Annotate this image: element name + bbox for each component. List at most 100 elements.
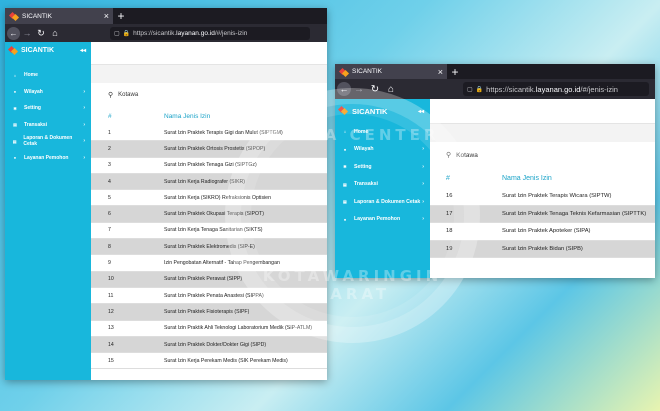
sidebar-item-transaksi[interactable]: ▤ Transaksi › (335, 176, 430, 194)
reload-icon[interactable]: ↻ (34, 28, 48, 39)
close-tab-icon[interactable]: × (104, 11, 109, 21)
cell-name: Surat Izin Praktek Okupasi Terapis (SIPO… (164, 211, 264, 218)
table-row[interactable]: 13 Surat Izin Praktik Ahli Teknologi Labo… (91, 321, 327, 337)
table-row[interactable]: 18 Surat Izin Praktek Apoteker (SIPA) (430, 223, 655, 241)
gear-icon: ✱ (343, 164, 347, 170)
top-strip (430, 99, 655, 124)
sidebar-brand: SICANTIK ◂◂ (335, 99, 430, 123)
brand-label: SICANTIK (21, 46, 55, 54)
table-row[interactable]: 14 Surat Izin Praktek Dokter/Dokter Gigi … (91, 336, 327, 354)
chevron-right-icon: › (422, 198, 424, 205)
sidebar-item-layanan-pemohon[interactable]: ● Layanan Pemohon › (335, 211, 430, 229)
page: SICANTIK ◂◂ ⌂ Home ● Wilayah › ✱ Setting › ▤ Tran… (5, 42, 327, 380)
user-icon: ● (343, 216, 347, 222)
cell-name: Surat Izin Kerja Tenaga Sanitarian (SIKT… (164, 227, 263, 234)
table-row[interactable]: 6 Surat Izin Praktek Okupasi Terapis (SIP… (91, 206, 327, 223)
cell-name: Surat Izin Praktek Elektromedis (SIP-E) (164, 243, 255, 250)
url-suffix: /#/jenis-izin (214, 29, 248, 37)
sidebar-item-setting[interactable]: ✱ Setting › (5, 100, 91, 117)
cell-no: 9 (108, 260, 111, 267)
collapse-sidebar-icon[interactable]: ◂◂ (80, 47, 86, 54)
back-icon[interactable]: ← (7, 26, 20, 40)
url-host: layanan.go.id (535, 84, 581, 94)
url-bar[interactable]: ▢ 🔒 https://sicantik. layanan.go.id/#/jen… (463, 82, 649, 96)
sidebar-brand: SICANTIK ◂◂ (5, 42, 91, 58)
sidebar: SICANTIK ◂◂ ⌂ Home ● Wilayah › ✱ Setting › ▤ Tran… (335, 99, 430, 278)
sidebar-item-laporan-and-dokumen-cetak[interactable]: ▤ Laporan & Dokumen Cetak › (5, 133, 91, 150)
cell-no: 16 (446, 193, 453, 200)
sidebar-item-transaksi[interactable]: ▤ Transaksi › (5, 117, 91, 134)
browser-tab[interactable]: SICANTIK × (5, 8, 113, 24)
sicantik-favicon-icon (340, 68, 348, 76)
collapse-sidebar-icon[interactable]: ◂◂ (418, 108, 424, 115)
chevron-right-icon: › (83, 88, 85, 95)
forward-icon[interactable]: → (20, 28, 34, 38)
sidebar: SICANTIK ◂◂ ⌂ Home ● Wilayah › ✱ Setting › ▤ Tran… (5, 42, 91, 380)
table-row[interactable]: 8 Surat Izin Praktek Elektromedis (SIP-E) (91, 239, 327, 256)
table-row[interactable]: 16 Surat Izin Praktek Terapis Wicara (SIP… (430, 188, 655, 206)
table-row[interactable]: 1 Surat Izin Praktek Terapis Gigi dan Mul… (91, 125, 327, 142)
browser-window-left: SICANTIK × + ← → ↻ ⌂ ▢ 🔒 https://sicanti… (5, 8, 327, 380)
search-input[interactable]: Kotawa (118, 92, 138, 98)
cell-no: 7 (108, 227, 111, 234)
cell-no: 6 (108, 211, 111, 218)
table-row[interactable]: 9 Izin Pengobatan Alternatif - Tahap Peng… (91, 255, 327, 272)
lock-icon: 🔒 (475, 86, 484, 93)
table-row[interactable]: 5 Surat Izin Kerja (SIKRO) Refraksionis O… (91, 190, 327, 207)
cell-name: Surat Izin Praktek Penata Anastesi (SIPP… (164, 292, 264, 299)
chevron-right-icon: › (83, 105, 85, 112)
table-row[interactable]: 11 Surat Izin Praktek Penata Anastesi (SI… (91, 288, 327, 305)
cell-name: Surat Izin Kerja (SIKRO) Refraksionis Op… (164, 194, 271, 201)
search-box[interactable]: ⚲ Kotawa (91, 83, 327, 107)
table-row[interactable]: 12 Surat Izin Praktek Fisioterapis (SIPF) (91, 304, 327, 321)
url-bar[interactable]: ▢ 🔒 https://sicantik. layanan.go.id/#/jen… (110, 26, 310, 40)
sidebar-item-laporan-and-dokumen-cetak[interactable]: ▤ Laporan & Dokumen Cetak › (335, 193, 430, 211)
back-icon[interactable]: ← (337, 82, 351, 96)
sidebar-item-label: Home (354, 128, 369, 135)
sidebar-item-layanan-pemohon[interactable]: ● Layanan Pemohon › (5, 150, 91, 167)
browser-tab[interactable]: SICANTIK × (335, 64, 447, 79)
sidebar-item-wilayah[interactable]: ● Wilayah › (335, 141, 430, 159)
chevron-right-icon: › (422, 216, 424, 223)
sidebar-item-label: Home (24, 72, 38, 79)
forward-icon[interactable]: → (351, 84, 367, 95)
search-box[interactable]: ⚲ Kotawa (430, 142, 655, 168)
cell-no: 19 (446, 245, 453, 252)
table-row[interactable]: 2 Surat Izin Praktek Ortosis Prostetis (S… (91, 141, 327, 158)
url-host: layanan.go.id (176, 29, 215, 37)
cell-no: 3 (108, 162, 111, 169)
document-icon: ▤ (343, 199, 347, 205)
cell-name: Surat Izin Praktek Tenaga Gizi (SIPTGz) (164, 162, 257, 169)
table-row[interactable]: 7 Surat Izin Kerja Tenaga Sanitarian (SIK… (91, 223, 327, 240)
reload-icon[interactable]: ↻ (367, 84, 383, 95)
list-icon: ▤ (13, 122, 17, 128)
new-tab-icon[interactable]: + (447, 64, 463, 79)
table-row[interactable]: 3 Surat Izin Praktek Tenaga Gizi (SIPTGz) (91, 158, 327, 174)
table-row[interactable]: 10 Surat Izin Praktek Perawat (SIPP) (91, 271, 327, 288)
close-tab-icon[interactable]: × (438, 67, 443, 77)
home-icon[interactable]: ⌂ (383, 84, 399, 95)
sidebar-item-label: Wilayah (354, 146, 374, 153)
sidebar-item-label: Transaksi (354, 181, 378, 188)
table-row[interactable]: 19 Surat Izin Praktek Bidan (SIPB) (430, 240, 655, 258)
table-body: 1 Surat Izin Praktek Terapis Gigi dan Mul… (91, 125, 327, 370)
col-header-name: Nama Jenis Izin (164, 112, 211, 120)
new-tab-icon[interactable]: + (113, 8, 129, 24)
sidebar-item-wilayah[interactable]: ● Wilayah › (5, 84, 91, 101)
home-icon[interactable]: ⌂ (48, 28, 62, 38)
table-row[interactable]: 17 Surat Izin Praktek Tenaga Teknis Kefar… (430, 205, 655, 223)
col-header-name: Nama Jenis Izin (502, 174, 552, 182)
sidebar-item-home[interactable]: ⌂ Home (335, 123, 430, 141)
cell-no: 17 (446, 210, 453, 217)
col-header-no: # (446, 174, 450, 182)
sidebar-item-setting[interactable]: ✱ Setting › (335, 158, 430, 176)
search-input[interactable]: Kotawa (456, 152, 478, 159)
page-info-icon: ▢ (467, 86, 473, 93)
sidebar-item-home[interactable]: ⌂ Home (5, 67, 91, 84)
cell-name: Surat Izin Praktek Tenaga Teknis Kefarma… (502, 210, 647, 217)
table-row[interactable]: 15 Surat Izin Kerja Perekam Medis (SIK Pe… (91, 353, 327, 370)
url-suffix: /#/jenis-izin (580, 84, 618, 94)
home-icon: ⌂ (13, 72, 17, 78)
table-header: # Nama Jenis Izin (430, 168, 655, 188)
table-row[interactable]: 4 Surat Izin Kerja Radiografer (SIKR) (91, 173, 327, 191)
